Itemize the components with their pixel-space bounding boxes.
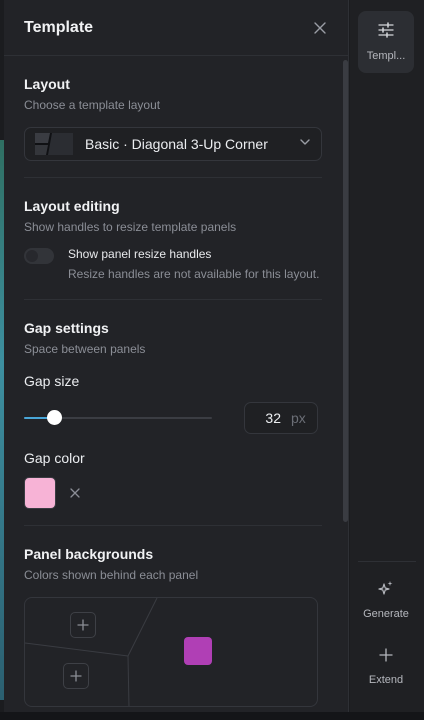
layout-editing-title: Layout editing (24, 198, 120, 214)
panel-title: Template (24, 18, 94, 36)
gap-settings-section: Gap settings Space between panels Gap si… (24, 300, 322, 526)
gap-settings-title: Gap settings (24, 320, 109, 336)
gap-settings-description: Space between panels (24, 342, 146, 356)
right-rail: Templ... Generate Extend (350, 0, 424, 712)
layout-section: Layout Choose a template layout Basic · … (24, 56, 322, 178)
sliders-icon (378, 22, 394, 43)
selected-layout: Basic · Diagonal 3-Up Corner (85, 136, 268, 152)
panel-backgrounds-section: Panel backgrounds Colors shown behind ea… (24, 526, 322, 712)
bottom-bar (0, 712, 424, 720)
toggle-knob (26, 250, 38, 262)
sparkles-icon (378, 580, 394, 601)
gap-color-row (24, 477, 322, 509)
resize-handles-toggle[interactable] (24, 248, 54, 264)
layout-thumbnail (35, 133, 73, 155)
gap-size-input[interactable] (255, 410, 281, 426)
rail-template-button[interactable]: Templ... (358, 11, 414, 73)
panel-backgrounds-description: Colors shown behind each panel (24, 568, 199, 582)
panel-background-swatch[interactable] (184, 637, 212, 665)
add-panel-background-button[interactable] (70, 612, 96, 638)
panel-backgrounds-preview (24, 597, 318, 707)
close-icon[interactable] (312, 20, 328, 36)
resize-handles-row: Show panel resize handles Resize handles… (24, 247, 322, 283)
panel-content: Layout Choose a template layout Basic · … (4, 56, 348, 712)
gap-unit: px (291, 410, 306, 426)
layout-description: Choose a template layout (24, 98, 161, 112)
layout-editing-description: Show handles to resize template panels (24, 220, 237, 234)
template-panel: Template Layout Choose a template layout… (4, 0, 349, 712)
toggle-note: Resize handles are not available for thi… (68, 267, 320, 281)
plus-icon (379, 648, 393, 667)
chevron-down-icon (299, 135, 311, 153)
rail-generate-label: Generate (363, 608, 409, 620)
rail-divider (358, 561, 416, 562)
add-panel-background-button[interactable] (63, 663, 89, 689)
gap-color-swatch[interactable] (24, 477, 56, 509)
toggle-label: Show panel resize handles (68, 247, 212, 261)
panel-backgrounds-title: Panel backgrounds (24, 546, 154, 562)
gap-size-field: px (244, 402, 318, 434)
gap-size-label: Gap size (24, 373, 80, 389)
layout-title: Layout (24, 76, 70, 92)
layout-editing-section: Layout editing Show handles to resize te… (24, 178, 322, 300)
gap-color-label: Gap color (24, 450, 85, 466)
slider-thumb[interactable] (47, 410, 63, 425)
panel-header: Template (4, 0, 348, 56)
layout-select[interactable]: Basic · Diagonal 3-Up Corner (24, 127, 322, 161)
rail-extend-label: Extend (368, 674, 404, 686)
rail-extend-button[interactable]: Extend (358, 648, 414, 692)
gap-size-slider[interactable] (24, 410, 212, 425)
gap-size-row: px (24, 402, 322, 434)
rail-generate-button[interactable]: Generate (358, 580, 414, 624)
close-icon[interactable] (70, 488, 80, 498)
rail-template-label: Templ... (366, 50, 406, 62)
